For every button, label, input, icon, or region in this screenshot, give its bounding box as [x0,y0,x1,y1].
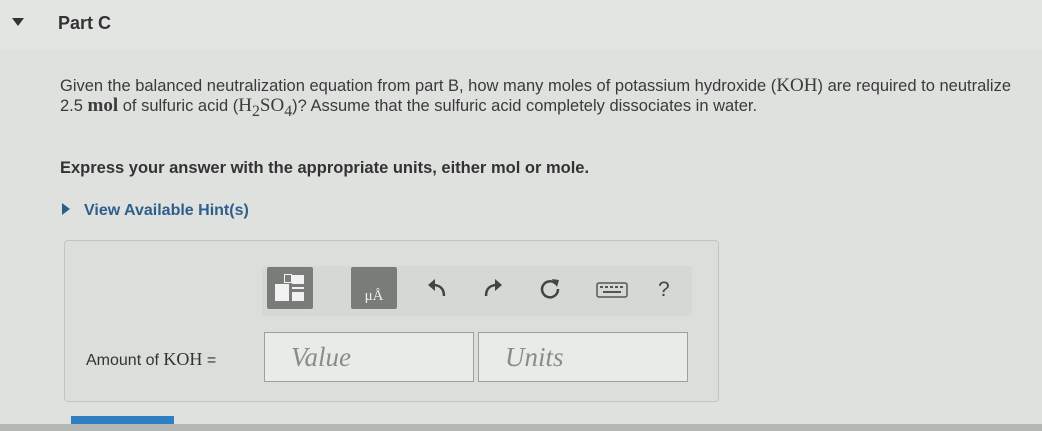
units-field-wrapper [478,332,688,382]
collapse-caret-icon[interactable] [12,18,24,26]
value-field-wrapper [264,332,474,382]
help-icon: ? [658,278,670,301]
view-hints-link[interactable]: View Available Hint(s) [62,202,249,220]
answer-instruction: Express your answer with the appropriate… [60,159,590,177]
keyboard-icon [596,282,628,298]
templates-button[interactable] [267,267,313,309]
help-button[interactable]: ? [658,278,670,302]
amount-label: Amount of KOH = [86,349,217,369]
bottom-divider [0,424,1042,431]
undo-icon [428,279,446,297]
redo-icon [484,279,502,297]
units-button[interactable]: μÅ [351,267,397,309]
undo-button[interactable] [424,276,450,302]
h2so4-formula: H2SO4 [238,95,293,120]
redo-button[interactable] [480,276,506,302]
expand-triangle-icon [62,203,70,216]
part-header[interactable] [0,0,1042,50]
keyboard-button[interactable] [596,276,628,302]
part-title: Part C [58,13,112,33]
value-input[interactable] [265,333,473,381]
mol-unit: mol [87,95,119,116]
koh-formula: KOH [776,75,818,96]
reset-button[interactable] [537,276,563,302]
reset-icon [540,279,560,299]
hint-label: View Available Hint(s) [84,202,249,219]
units-icon: μÅ [364,288,384,304]
question-text: Given the balanced neutralization equati… [60,75,1012,120]
units-input[interactable] [479,333,687,381]
